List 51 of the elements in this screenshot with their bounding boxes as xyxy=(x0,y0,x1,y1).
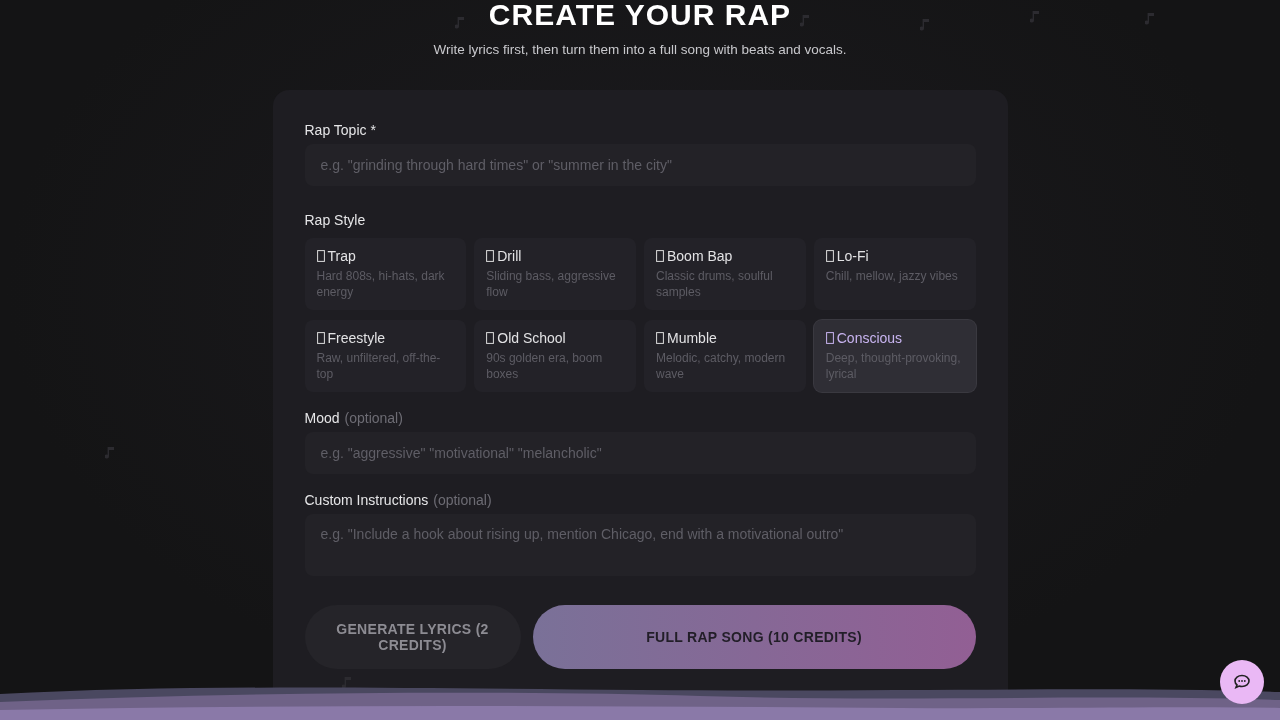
topic-input[interactable]: e.g. "grinding through hard times" or "summer in the city" xyxy=(304,144,976,186)
style-description: Chill, mellow, jazzy vibes xyxy=(825,268,959,284)
style-description: Hard 808s, hi-hats, dark energy xyxy=(316,268,446,300)
missing-glyph-icon xyxy=(316,250,325,262)
page-subtitle: Write lyrics first, then turn them into a full song with beats and vocals. xyxy=(433,42,847,57)
style-option[interactable]: Old School 90s golden era, boom boxes xyxy=(474,320,636,392)
missing-glyph-icon xyxy=(656,250,664,262)
missing-glyph-icon xyxy=(825,250,834,262)
style-description: Sliding bass, aggressive flow xyxy=(486,268,617,300)
generate-lyrics-button[interactable]: GENERATE LYRICS (2 CREDITS) xyxy=(304,605,521,669)
chat-icon xyxy=(1233,674,1251,690)
music-note-icon xyxy=(105,446,115,460)
optional-hint: (optional) xyxy=(344,410,403,426)
style-description: Raw, unfiltered, off-the-top xyxy=(316,350,442,382)
field-label: Mood xyxy=(304,410,340,426)
instructions-textarea[interactable]: e.g. "Include a hook about rising up, mention Chicago, end with a motivational outro" xyxy=(304,514,976,576)
style-option[interactable]: Trap Hard 808s, hi-hats, dark energy xyxy=(304,238,467,310)
style-description: 90s golden era, boom boxes xyxy=(486,350,604,382)
missing-glyph-icon xyxy=(656,332,664,344)
music-note-icon xyxy=(342,676,352,690)
style-name: Freestyle xyxy=(327,330,386,346)
chat-button[interactable] xyxy=(1220,660,1264,704)
field-label: Rap Style xyxy=(304,212,367,228)
style-option[interactable]: Lo-Fi Chill, mellow, jazzy vibes xyxy=(813,238,976,310)
field-label: Rap Topic * xyxy=(304,122,377,138)
missing-glyph-icon xyxy=(486,332,495,344)
style-description: Melodic, catchy, modern wave xyxy=(656,350,787,382)
style-name: Boom Bap xyxy=(667,248,733,264)
style-option[interactable]: Mumble Melodic, catchy, modern wave xyxy=(644,320,806,392)
music-note-icon xyxy=(800,14,810,28)
style-name: Lo-Fi xyxy=(836,248,869,264)
style-name: Mumble xyxy=(667,330,717,346)
mood-input[interactable]: e.g. "aggressive" "motivational" "melancholic" xyxy=(304,432,976,474)
optional-hint: (optional) xyxy=(433,492,492,508)
style-name: Trap xyxy=(327,248,356,264)
page-title: CREATE YOUR RAP xyxy=(488,0,792,30)
music-note-icon xyxy=(920,18,930,32)
style-option[interactable]: Freestyle Raw, unfiltered, off-the-top xyxy=(304,320,467,392)
style-option[interactable]: Drill Sliding bass, aggressive flow xyxy=(474,238,636,310)
style-name: Conscious xyxy=(836,330,903,346)
style-description: Classic drums, soulful samples xyxy=(656,268,774,300)
field-label: Custom Instructions xyxy=(304,492,429,508)
missing-glyph-icon xyxy=(316,332,325,344)
music-note-icon xyxy=(455,16,465,30)
music-note-icon xyxy=(1145,12,1155,26)
style-option[interactable]: Boom Bap Classic drums, soulful samples xyxy=(644,238,806,310)
style-name: Old School xyxy=(497,330,566,346)
missing-glyph-icon xyxy=(486,250,495,262)
style-name: Drill xyxy=(497,248,522,264)
music-note-icon xyxy=(1030,10,1040,24)
missing-glyph-icon xyxy=(825,332,834,344)
